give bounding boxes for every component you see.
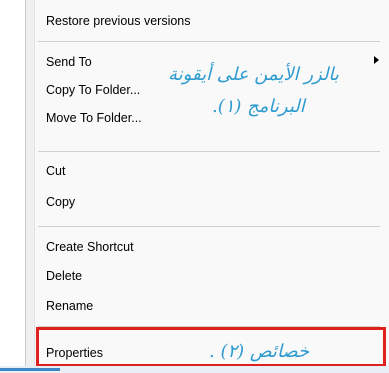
screenshot-canvas: Restore previous versions Send To Copy T… [0, 0, 389, 373]
menu-item-send-to[interactable]: Send To [46, 51, 92, 73]
chevron-right-icon [374, 56, 379, 64]
menu-separator [38, 41, 380, 42]
menu-separator [38, 151, 380, 152]
bottom-edge-accent [0, 368, 60, 371]
menu-item-delete[interactable]: Delete [46, 265, 82, 287]
menu-item-cut[interactable]: Cut [46, 160, 65, 182]
menu-item-restore-previous-versions[interactable]: Restore previous versions [46, 10, 191, 32]
menu-item-copy[interactable]: Copy [46, 191, 75, 213]
menu-separator [38, 226, 380, 227]
annotation-program-icon: البرنامج (١). [212, 96, 305, 117]
menu-icon-gutter [26, 0, 35, 373]
menu-item-copy-to-folder[interactable]: Copy To Folder... [46, 79, 140, 101]
menu-item-rename[interactable]: Rename [46, 295, 93, 317]
menu-item-create-shortcut[interactable]: Create Shortcut [46, 236, 134, 258]
menu-item-move-to-folder[interactable]: Move To Folder... [46, 107, 142, 129]
properties-highlight-box [36, 327, 386, 367]
bottom-edge-bar [0, 366, 389, 373]
context-menu: Restore previous versions Send To Copy T… [25, 0, 389, 373]
annotation-right-click-instruction: بالزر الأيمن على أيقونة [168, 64, 339, 85]
